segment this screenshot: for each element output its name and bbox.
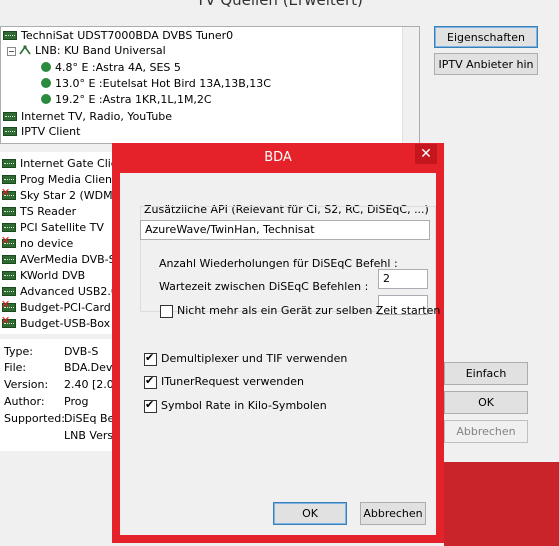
prop-value: LNB Versor: [64, 429, 112, 442]
symbolrate-label[interactable]: Symbol Rate in Kilo-Symbolen: [161, 399, 327, 412]
properties-button[interactable]: Eigenschaften: [434, 26, 538, 48]
prop-key: Type:: [4, 345, 33, 358]
list-item[interactable]: Advanced USB2.0: [2, 284, 112, 299]
list-item-label: Budget-PCI-Card: [20, 301, 111, 314]
list-item-label: Internet Gate Client: [20, 157, 112, 170]
tv-card-icon: [2, 255, 16, 264]
collapse-icon[interactable]: −: [7, 47, 16, 56]
tree-item-label: IPTV Client: [21, 125, 81, 138]
tree-item-satellite[interactable]: 13.0° E :Eutelsat Hot Bird 13A,13B,13C: [41, 76, 271, 91]
list-item[interactable]: Sky Star 2 (WDM): [1, 187, 112, 203]
prop-value: DVB-S: [64, 345, 99, 358]
list-item[interactable]: Internet Gate Client: [2, 156, 112, 171]
list-item-label: no device: [20, 237, 74, 250]
prop-value: BDA.Devic: [64, 361, 112, 374]
tv-card-error-icon: [1, 187, 16, 200]
ituner-checkbox[interactable]: [144, 374, 157, 389]
list-item[interactable]: AVerMedia DVB-S: [2, 252, 112, 267]
lnb-icon: [19, 45, 31, 55]
list-item-label: Sky Star 2 (WDM): [20, 189, 112, 202]
tree-item-label: LNB: KU Band Universal: [35, 44, 166, 57]
tree-item-satellite[interactable]: 4.8° E :Astra 4A, SES 5: [41, 60, 181, 75]
ok-button[interactable]: OK: [444, 391, 528, 414]
properties-panel: Type: DVB-S File: BDA.Devic Version: 2.4…: [0, 339, 112, 451]
source-tree[interactable]: TechniSat UDST7000BDA DVBS Tuner0 − LNB: …: [0, 26, 420, 144]
dialog-cancel-button[interactable]: Abbrechen: [360, 502, 426, 525]
demux-label[interactable]: Demultiplexer und TIF verwenden: [161, 352, 347, 365]
prop-key: Version:: [4, 378, 49, 391]
tree-item-satellite[interactable]: 19.2° E :Astra 1KR,1L,1M,2C: [41, 92, 212, 107]
tv-card-error-icon: [1, 299, 16, 312]
satellite-icon: [41, 78, 51, 88]
tree-item-lnb[interactable]: − LNB: KU Band Universal: [7, 43, 166, 58]
single-device-label[interactable]: Nicht mehr als ein Gerät zur selben Zeit…: [177, 304, 440, 317]
repeat-count-input[interactable]: 2: [378, 269, 428, 289]
prop-key: Author:: [4, 395, 45, 408]
tree-item-label: Internet TV, Radio, YouTube: [21, 110, 173, 123]
tree-item-label: 19.2° E :Astra 1KR,1L,1M,2C: [55, 93, 212, 106]
list-item-label: Prog Media Client: [20, 173, 112, 186]
list-item[interactable]: Budget-USB-Box: [1, 315, 111, 331]
dialog-body: Zusätzliche API (Relevant für CI, S2, RC…: [120, 173, 440, 535]
repeat-label: Anzahl Wiederholungen für DiSEqC Befehl …: [159, 257, 398, 270]
list-item-label: PCI Satellite TV: [20, 221, 104, 234]
window-titlebar: TV Quellen (Erweitert): [0, 0, 559, 22]
list-item[interactable]: Budget-PCI-Card: [1, 299, 111, 315]
api-select[interactable]: AzureWave/TwinHan, Technisat: [140, 220, 430, 240]
satellite-icon: [41, 62, 51, 72]
tv-card-icon: [3, 127, 17, 136]
prop-value: 2.40 [2.08: [64, 378, 112, 391]
tv-card-icon: [2, 223, 16, 232]
tree-item-label: TechniSat UDST7000BDA DVBS Tuner0: [21, 29, 234, 42]
device-list[interactable]: Internet Gate Client Prog Media Client S…: [0, 152, 112, 334]
single-device-checkbox[interactable]: [160, 305, 173, 318]
list-item[interactable]: PCI Satellite TV: [2, 220, 104, 235]
add-iptv-provider-button[interactable]: IPTV Anbieter hin: [434, 53, 538, 75]
demux-checkbox[interactable]: [144, 351, 157, 366]
background-accent-panel: [444, 462, 559, 546]
tv-card-error-icon: [1, 315, 16, 328]
prop-key: Supported:: [4, 412, 65, 425]
tree-item-label: 4.8° E :Astra 4A, SES 5: [55, 61, 181, 74]
tv-card-icon: [3, 112, 17, 121]
cancel-button[interactable]: Abbrechen: [444, 420, 528, 443]
satellite-icon: [41, 94, 51, 104]
wait-label: Wartezeit zwischen DiSEqC Befehlen :: [159, 280, 369, 293]
list-item-label: Advanced USB2.0: [20, 285, 112, 298]
list-item[interactable]: no device: [1, 235, 74, 251]
list-item[interactable]: KWorld DVB: [2, 268, 85, 283]
tree-scrollbar[interactable]: [402, 27, 419, 143]
tree-item-internet-tv[interactable]: Internet TV, Radio, YouTube: [3, 109, 172, 124]
tv-card-icon: [3, 31, 17, 40]
tree-item-label: 13.0° E :Eutelsat Hot Bird 13A,13B,13C: [55, 77, 271, 90]
list-item-label: AVerMedia DVB-S: [20, 253, 112, 266]
list-item-label: Budget-USB-Box: [20, 317, 111, 330]
list-item-label: TS Reader: [20, 205, 77, 218]
dialog-title: BDA: [264, 150, 292, 165]
tv-card-icon: [2, 207, 16, 216]
prop-value: Prog: [64, 395, 89, 408]
ituner-label[interactable]: ITunerRequest verwenden: [161, 375, 304, 388]
tv-card-icon: [2, 159, 16, 168]
symbolrate-checkbox[interactable]: [144, 398, 157, 413]
prop-value: DiSEq Bef: [64, 412, 112, 425]
simple-button[interactable]: Einfach: [444, 362, 528, 385]
tv-card-icon: [2, 175, 16, 184]
list-item[interactable]: Prog Media Client: [2, 172, 112, 187]
close-icon[interactable]: ✕: [415, 144, 437, 164]
list-item-label: KWorld DVB: [20, 269, 86, 282]
list-item[interactable]: TS Reader: [2, 204, 76, 219]
tv-card-icon: [2, 271, 16, 280]
dialog-ok-button[interactable]: OK: [273, 502, 347, 525]
tv-card-icon: [2, 287, 16, 296]
tree-item-iptv[interactable]: IPTV Client: [3, 124, 80, 139]
prop-key: File:: [4, 361, 27, 374]
bda-dialog: BDA ✕ Zusätzliche API (Relevant für CI, …: [112, 143, 444, 543]
window-title: TV Quellen (Erweitert): [196, 0, 363, 9]
tree-item-tuner[interactable]: TechniSat UDST7000BDA DVBS Tuner0: [3, 28, 233, 43]
tv-card-error-icon: [1, 235, 16, 248]
